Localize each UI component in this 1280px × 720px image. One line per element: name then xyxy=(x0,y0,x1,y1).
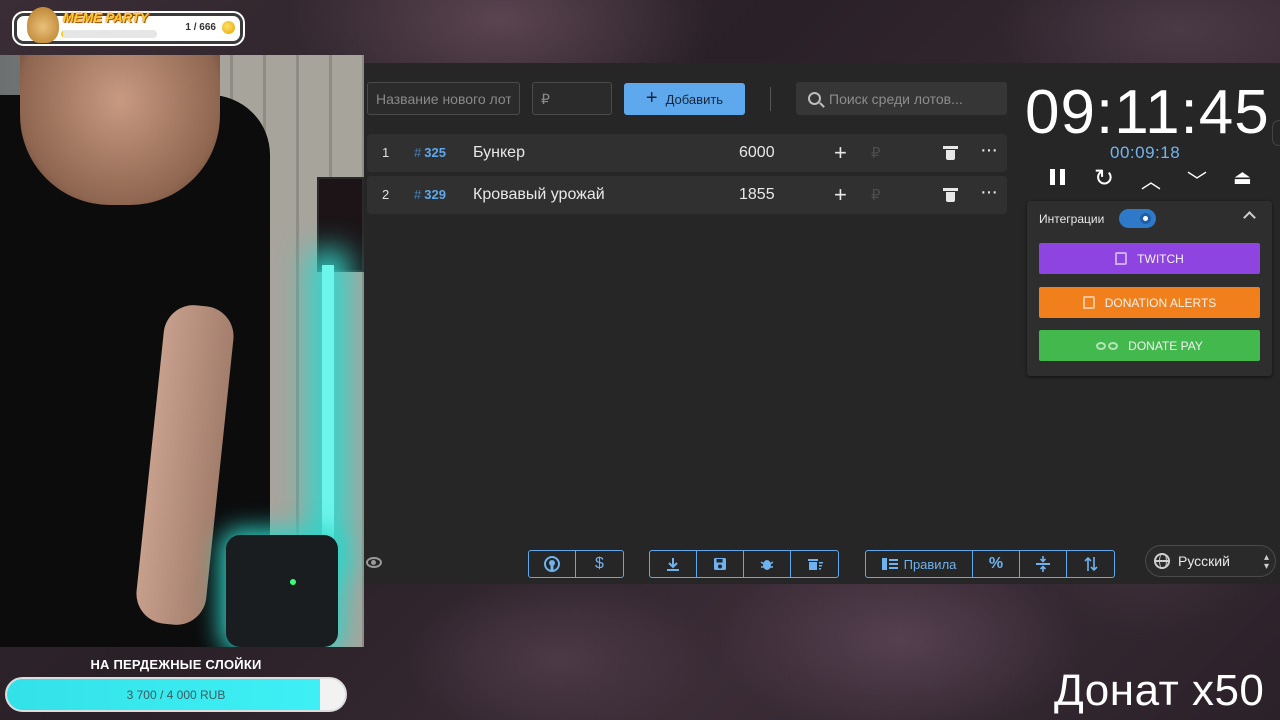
integrations-label: Интеграции xyxy=(1039,212,1105,226)
sort-button[interactable] xyxy=(1067,551,1114,577)
chevron-down-icon[interactable]: ﹀ xyxy=(1187,165,1207,194)
lot-row[interactable]: 2 #329 Кровавый урожай 1855 + ₽ ··· xyxy=(367,176,1007,214)
language-value: Русский xyxy=(1178,553,1230,569)
doge-icon xyxy=(27,7,59,43)
lot-currency-input[interactable]: ₽ xyxy=(871,186,881,204)
twitch-label: TWITCH xyxy=(1137,251,1184,266)
lot-name-input[interactable] xyxy=(367,82,520,115)
lot-index: 1 xyxy=(382,145,390,160)
clear-icon xyxy=(807,559,823,570)
download-icon xyxy=(667,558,679,571)
webcam-feed xyxy=(0,55,364,647)
badge-progress xyxy=(61,30,157,38)
lot-amount[interactable]: 6000 xyxy=(739,144,775,162)
more-icon[interactable]: ··· xyxy=(980,181,998,204)
webcam-wall-picture xyxy=(317,177,364,272)
badge-count: 1 / 666 xyxy=(185,22,216,33)
webcam-led-strip xyxy=(322,265,334,565)
timer-display: 09:11:45 xyxy=(1025,78,1270,147)
elapsed-timer: 00:09:18 xyxy=(1110,143,1181,162)
sort-icon xyxy=(1083,556,1098,572)
timer-panel: 09:11:45 00:09:18 ↻ ︿ ﹀ ⏏ xyxy=(1017,63,1280,201)
links-button-group: $ xyxy=(528,550,624,578)
badge-title: MEME PARTY xyxy=(63,10,149,25)
integrations-panel: Интеграции TWITCH DONATION ALERTS DONATE… xyxy=(1027,201,1272,376)
toolbar-divider xyxy=(770,87,771,111)
language-select[interactable]: Русский ▴ ▾ xyxy=(1145,545,1276,577)
donate-pay-icon xyxy=(1096,341,1119,350)
rules-label: Правила xyxy=(903,556,957,572)
timer-controls: ↻ ︿ ﹀ ⏏ xyxy=(1045,163,1255,194)
twitch-button[interactable]: TWITCH xyxy=(1039,243,1260,274)
percent-button[interactable]: % xyxy=(973,551,1020,577)
add-lot-button[interactable]: + Добавить xyxy=(624,83,745,115)
lot-currency-input[interactable]: ₽ xyxy=(871,144,881,162)
side-panel-toggle[interactable] xyxy=(1272,120,1280,146)
goal-title: НА ПЕРДЕЖНЫЕ СЛОЙКИ xyxy=(90,657,262,672)
github-button[interactable] xyxy=(529,551,576,577)
integrations-toggle[interactable] xyxy=(1119,209,1156,228)
stream-badge: MEME PARTY 1 / 666 xyxy=(14,7,243,44)
lot-price-input[interactable] xyxy=(532,82,612,115)
rules-icon xyxy=(881,558,898,570)
add-lot-label: Добавить xyxy=(665,91,724,107)
bug-icon xyxy=(760,560,774,570)
donation-alerts-label: DONATION ALERTS xyxy=(1104,295,1217,310)
lot-search[interactable] xyxy=(796,82,1007,115)
chevron-up-icon[interactable]: ︿ xyxy=(1141,165,1161,194)
donate-multiplier-text: Донат x50 xyxy=(1054,666,1265,715)
lot-number[interactable]: #325 xyxy=(414,145,446,160)
coin-icon xyxy=(222,21,235,34)
goal-progress-label: 3 700 / 4 000 RUB xyxy=(126,688,226,702)
pause-icon[interactable] xyxy=(1050,169,1065,185)
donate-button[interactable]: $ xyxy=(576,551,623,577)
webcam-speaker xyxy=(226,535,338,647)
compact-view-button[interactable] xyxy=(1020,551,1067,577)
lot-add-amount-button[interactable]: + xyxy=(834,182,847,208)
donation-alerts-button[interactable]: DONATION ALERTS xyxy=(1039,287,1260,318)
collapse-icon[interactable]: ⏏ xyxy=(1233,165,1252,190)
download-button[interactable] xyxy=(650,551,697,577)
reset-icon[interactable]: ↻ xyxy=(1094,164,1114,193)
lot-number[interactable]: #329 xyxy=(414,187,446,202)
save-button[interactable] xyxy=(697,551,744,577)
donation-alerts-icon xyxy=(1082,296,1095,309)
github-icon xyxy=(544,556,560,572)
save-icon xyxy=(714,558,726,570)
donate-pay-button[interactable]: DONATE PAY xyxy=(1039,330,1260,361)
donate-pay-label: DONATE PAY xyxy=(1128,338,1203,353)
compress-icon xyxy=(1036,556,1050,572)
lot-name[interactable]: Бункер xyxy=(473,144,525,162)
file-button-group xyxy=(649,550,839,578)
trash-icon[interactable] xyxy=(943,146,958,160)
rules-button[interactable]: Правила xyxy=(866,551,973,577)
trash-icon[interactable] xyxy=(943,188,958,202)
eye-icon[interactable] xyxy=(366,557,382,568)
lot-name[interactable]: Кровавый урожай xyxy=(473,186,605,204)
twitch-icon xyxy=(1115,252,1128,265)
bug-report-button[interactable] xyxy=(744,551,791,577)
lot-add-amount-button[interactable]: + xyxy=(834,140,847,166)
lot-row[interactable]: 1 #325 Бункер 6000 + ₽ ··· xyxy=(367,134,1007,172)
chevron-up-icon[interactable] xyxy=(1244,210,1254,220)
lot-search-input[interactable] xyxy=(829,90,999,107)
globe-icon xyxy=(1154,553,1170,569)
lot-index: 2 xyxy=(382,187,390,202)
search-icon xyxy=(808,92,821,105)
plus-icon: + xyxy=(645,87,658,109)
clear-lots-button[interactable] xyxy=(791,551,838,577)
goal-progress-bar: 3 700 / 4 000 RUB xyxy=(5,677,347,712)
lot-amount[interactable]: 1855 xyxy=(739,186,775,204)
select-caret-icon: ▴ ▾ xyxy=(1263,552,1269,572)
more-icon[interactable]: ··· xyxy=(980,139,998,162)
settings-button-group: Правила % xyxy=(865,550,1115,578)
